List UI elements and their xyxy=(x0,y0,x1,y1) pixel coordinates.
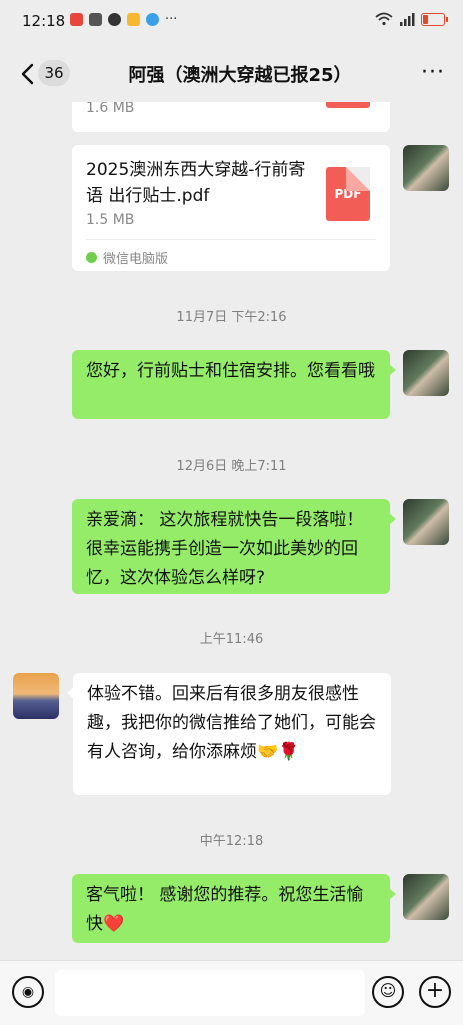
emoji-icon[interactable]: ☺ xyxy=(372,976,404,1008)
timestamp: 中午12:18 xyxy=(199,834,264,849)
file-name: 2025澳洲东西大穿越-行前寄语 出行贴士.pdf xyxy=(86,160,306,206)
timestamp: 上午11:46 xyxy=(199,632,264,647)
battery-icon xyxy=(421,12,448,26)
source-label: 微信电脑版 xyxy=(103,252,169,267)
signal-icon xyxy=(400,12,415,26)
sent-message-bubble[interactable]: 客气啦！ 感谢您的推荐。祝您生活愉快❤️ xyxy=(72,874,396,943)
wechat-pc-icon xyxy=(86,252,97,263)
more-notifications-icon: ··· xyxy=(165,12,178,27)
timestamp: 12月6日 晚上7:11 xyxy=(176,459,287,474)
device-icon xyxy=(89,13,102,26)
message-input[interactable] xyxy=(55,970,365,1016)
wifi-icon xyxy=(375,12,393,26)
pdf-label: PDF xyxy=(334,187,362,201)
file-size: 1.6 MB xyxy=(86,100,135,116)
file-size: 1.5 MB xyxy=(86,212,135,228)
message-icon xyxy=(108,13,121,26)
my-avatar[interactable] xyxy=(403,145,449,191)
more-functions-icon[interactable]: + xyxy=(419,976,451,1008)
chat-header-overlay: 36 阿强（澳洲大穿越已报25） ··· xyxy=(0,46,463,102)
sent-message-bubble[interactable]: 您好，行前贴士和住宿安排。您看看哦 xyxy=(72,350,396,419)
received-message-bubble[interactable]: 体验不错。回来后有很多朋友很感性趣，我把你的微信推给了她们，可能会有人咨询，给你… xyxy=(67,673,391,795)
file-source: 微信电脑版 xyxy=(86,248,168,267)
file-message-card[interactable]: 2025澳洲东西大穿越-行前寄语 出行贴士.pdf 1.5 MB PDF 微信电… xyxy=(72,145,390,271)
sent-message-bubble[interactable]: 亲爱滴： 这次旅程就快告一段落啦！很幸运能携手创造一次如此美妙的回忆，这次体验怎… xyxy=(72,499,396,594)
back-arrow-icon[interactable] xyxy=(18,62,38,86)
card-divider xyxy=(86,239,376,240)
more-options-icon[interactable]: ··· xyxy=(421,60,445,85)
notification-icons: ··· xyxy=(70,12,177,27)
status-bar: 12:18 ··· xyxy=(0,0,463,42)
voice-input-icon[interactable]: ◉ xyxy=(12,976,44,1008)
status-time: 12:18 xyxy=(22,12,66,30)
input-bar: ◉ ☺ + xyxy=(0,960,463,1025)
app-notification-icon xyxy=(70,13,83,26)
my-avatar[interactable] xyxy=(403,350,449,396)
contact-avatar[interactable] xyxy=(13,673,59,719)
chat-title: 阿强（澳洲大穿越已报25） xyxy=(128,65,352,86)
system-icons xyxy=(375,12,448,26)
timestamp: 11月7日 下午2:16 xyxy=(176,310,287,325)
my-avatar[interactable] xyxy=(403,499,449,545)
pdf-file-icon: PDF xyxy=(326,167,370,221)
my-avatar[interactable] xyxy=(403,874,449,920)
mail-icon xyxy=(127,13,140,26)
unread-count-badge[interactable]: 36 xyxy=(38,60,70,86)
app-icon xyxy=(146,13,159,26)
